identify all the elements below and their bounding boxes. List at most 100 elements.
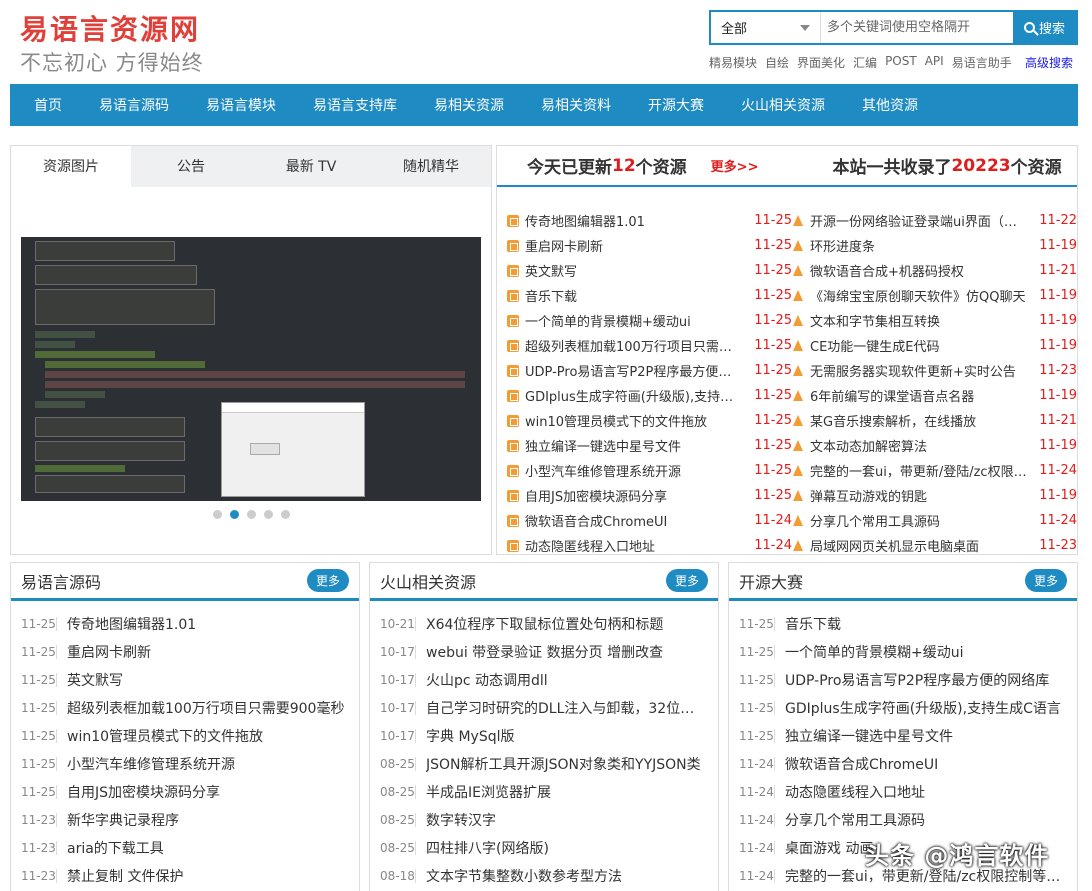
- slide-dot[interactable]: [246, 510, 256, 519]
- slide-dot[interactable]: [263, 510, 273, 519]
- nav-item[interactable]: 火山相关资源: [741, 95, 825, 115]
- list-item[interactable]: 11-25 自用JS加密模块源码分享: [21, 778, 349, 806]
- nav-item[interactable]: 其他资源: [862, 95, 918, 115]
- list-item[interactable]: 11-23 禁止复制 文件保护: [21, 862, 349, 890]
- list-item[interactable]: 11-24 微软语音合成ChromeUI: [739, 750, 1067, 778]
- hot-link[interactable]: 精易模块: [709, 54, 757, 71]
- latest-item[interactable]: 一个简单的背景模糊+缓动ui 11-25: [507, 308, 792, 333]
- slide-dot[interactable]: [280, 510, 290, 519]
- latest-item[interactable]: 超级列表框加载100万行项目只需要900毫秒 11-25: [507, 333, 792, 358]
- latest-item-title[interactable]: 分享几个常用工具源码: [810, 511, 1027, 530]
- hot-link[interactable]: POST: [885, 54, 917, 71]
- latest-item[interactable]: 文本和字节集相互转换 11-19: [792, 308, 1077, 333]
- latest-item-title[interactable]: 《海绵宝宝原创聊天软件》仿QQ聊天: [810, 286, 1027, 305]
- latest-item[interactable]: UDP-Pro易语言写P2P程序最方便的网络库 11-25: [507, 358, 792, 383]
- list-item-title[interactable]: 禁止复制 文件保护: [67, 866, 349, 886]
- latest-item-title[interactable]: 局域网网页关机显示电脑桌面: [810, 536, 1027, 555]
- list-item-title[interactable]: 新华字典记录程序: [67, 810, 349, 830]
- latest-item-title[interactable]: 英文默写: [525, 261, 742, 280]
- latest-item[interactable]: 动态隐匿线程入口地址 11-24: [507, 533, 792, 558]
- latest-item[interactable]: 独立编译一键选中星号文件 11-25: [507, 433, 792, 458]
- latest-item-title[interactable]: 6年前编写的课堂语音点名器: [810, 386, 1027, 405]
- latest-item-title[interactable]: 独立编译一键选中星号文件: [525, 436, 742, 455]
- nav-item[interactable]: 易相关资源: [434, 95, 504, 115]
- list-item[interactable]: 11-25 重启网卡刷新: [21, 638, 349, 666]
- list-item[interactable]: 08-25 四柱排八字(网络版): [380, 834, 708, 862]
- latest-item[interactable]: CE功能一键生成E代码 11-19: [792, 333, 1077, 358]
- nav-item[interactable]: 易语言支持库: [313, 95, 397, 115]
- latest-item[interactable]: 重启网卡刷新 11-25: [507, 233, 792, 258]
- list-item-title[interactable]: 自用JS加密模块源码分享: [67, 782, 349, 802]
- hot-link[interactable]: 易语言助手: [952, 54, 1012, 71]
- search-category-select[interactable]: 全部: [711, 12, 821, 43]
- list-item-title[interactable]: 传奇地图编辑器1.01: [67, 614, 349, 634]
- hot-link[interactable]: 自绘: [765, 54, 789, 71]
- tab-resource-images[interactable]: 资源图片: [11, 146, 131, 187]
- latest-item-title[interactable]: CE功能一键生成E代码: [810, 336, 1027, 355]
- list-item-title[interactable]: 字典 MySql版: [426, 726, 708, 746]
- list-item[interactable]: 11-23 新华字典记录程序: [21, 806, 349, 834]
- list-item-title[interactable]: JSON解析工具开源JSON对象类和YYJSON类: [426, 754, 708, 774]
- list-item-title[interactable]: GDIplus生成字符画(升级版),支持生成C语言: [785, 698, 1067, 718]
- slide-dot[interactable]: [212, 510, 222, 519]
- latest-item-title[interactable]: 无需服务器实现软件更新+实时公告: [810, 361, 1027, 380]
- list-item-title[interactable]: X64位程序下取鼠标位置处句柄和标题: [426, 614, 708, 634]
- latest-item-title[interactable]: 文本和字节集相互转换: [810, 311, 1027, 330]
- latest-item[interactable]: 传奇地图编辑器1.01 11-25: [507, 208, 792, 233]
- list-item-title[interactable]: 一个简单的背景模糊+缓动ui: [785, 642, 1067, 662]
- latest-item[interactable]: 微软语音合成ChromeUI 11-24: [507, 508, 792, 533]
- list-item-title[interactable]: 微软语音合成ChromeUI: [785, 754, 1067, 774]
- latest-item[interactable]: 分享几个常用工具源码 11-24: [792, 508, 1077, 533]
- slide-dot-active[interactable]: [229, 510, 239, 519]
- latest-item[interactable]: GDIplus生成字符画(升级版),支持生成C语言 11-25: [507, 383, 792, 408]
- more-button[interactable]: 更多: [306, 569, 349, 592]
- list-item-title[interactable]: 小型汽车维修管理系统开源: [67, 754, 349, 774]
- latest-item-title[interactable]: 自用JS加密模块源码分享: [525, 486, 742, 505]
- list-item-title[interactable]: 音乐下载: [785, 614, 1067, 634]
- list-item[interactable]: 08-25 半成品IE浏览器扩展: [380, 778, 708, 806]
- latest-item-title[interactable]: 某G音乐搜索解析，在线播放: [810, 411, 1027, 430]
- latest-item-title[interactable]: 传奇地图编辑器1.01: [525, 211, 742, 230]
- tab-latest-tv[interactable]: 最新 TV: [251, 146, 371, 187]
- search-input[interactable]: [821, 12, 1013, 43]
- search-button[interactable]: 搜索: [1013, 12, 1076, 43]
- latest-item-title[interactable]: 动态隐匿线程入口地址: [525, 536, 742, 555]
- latest-item[interactable]: win10管理员模式下的文件拖放 11-25: [507, 408, 792, 433]
- list-item[interactable]: 11-25 一个简单的背景模糊+缓动ui: [739, 638, 1067, 666]
- latest-item-title[interactable]: 音乐下载: [525, 286, 742, 305]
- nav-item[interactable]: 易相关资料: [541, 95, 611, 115]
- list-item-title[interactable]: 动态隐匿线程入口地址: [785, 782, 1067, 802]
- latest-item[interactable]: 弹幕互动游戏的钥匙 11-19: [792, 483, 1077, 508]
- list-item[interactable]: 11-24 动态隐匿线程入口地址: [739, 778, 1067, 806]
- latest-item[interactable]: 微软语音合成+机器码授权 11-21: [792, 258, 1077, 283]
- latest-item[interactable]: 某G音乐搜索解析，在线播放 11-21: [792, 408, 1077, 433]
- list-item[interactable]: 10-17 webui 带登录验证 数据分页 增删改查: [380, 638, 708, 666]
- latest-item[interactable]: 局域网网页关机显示电脑桌面 11-23: [792, 533, 1077, 558]
- latest-item-title[interactable]: 开源一份网络验证登录端ui界面（附源码）: [810, 211, 1027, 230]
- latest-item-title[interactable]: UDP-Pro易语言写P2P程序最方便的网络库: [525, 361, 742, 380]
- more-link[interactable]: 更多>>: [711, 156, 759, 175]
- list-item[interactable]: 11-25 UDP-Pro易语言写P2P程序最方便的网络库: [739, 666, 1067, 694]
- latest-item-title[interactable]: 微软语音合成ChromeUI: [525, 511, 742, 530]
- list-item[interactable]: 10-17 自己学习时研究的DLL注入与卸载，32位和64位: [380, 694, 708, 722]
- slideshow-image[interactable]: [21, 237, 481, 501]
- more-button[interactable]: 更多: [665, 569, 708, 592]
- latest-item-title[interactable]: 弹幕互动游戏的钥匙: [810, 486, 1027, 505]
- list-item-title[interactable]: UDP-Pro易语言写P2P程序最方便的网络库: [785, 670, 1067, 690]
- site-logo-title[interactable]: 易语言资源网: [20, 8, 200, 48]
- latest-item-title[interactable]: 重启网卡刷新: [525, 236, 742, 255]
- nav-item[interactable]: 首页: [34, 95, 62, 115]
- list-item-title[interactable]: 分享几个常用工具源码: [785, 810, 1067, 830]
- latest-item[interactable]: 《海绵宝宝原创聊天软件》仿QQ聊天 11-19: [792, 283, 1077, 308]
- latest-item-title[interactable]: 小型汽车维修管理系统开源: [525, 461, 742, 480]
- advanced-search-link[interactable]: 高级搜索: [1025, 54, 1073, 71]
- hot-link[interactable]: 界面美化: [797, 54, 845, 71]
- latest-item-title[interactable]: 一个简单的背景模糊+缓动ui: [525, 311, 742, 330]
- latest-item-title[interactable]: 微软语音合成+机器码授权: [810, 261, 1027, 280]
- latest-item[interactable]: 文本动态加解密算法 11-19: [792, 433, 1077, 458]
- list-item[interactable]: 10-17 字典 MySql版: [380, 722, 708, 750]
- list-item-title[interactable]: 自己学习时研究的DLL注入与卸载，32位和64位: [426, 698, 708, 718]
- latest-item[interactable]: 开源一份网络验证登录端ui界面（附源码） 11-22: [792, 208, 1077, 233]
- list-item[interactable]: 11-25 win10管理员模式下的文件拖放: [21, 722, 349, 750]
- latest-item[interactable]: 环形进度条 11-19: [792, 233, 1077, 258]
